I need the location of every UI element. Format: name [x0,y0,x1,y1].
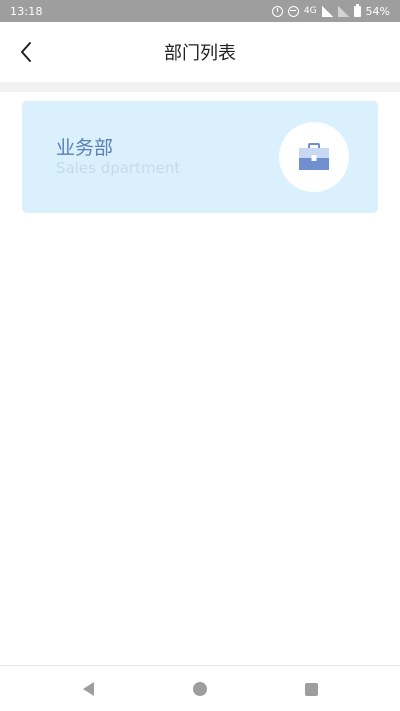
back-button[interactable] [8,34,44,70]
page-title: 部门列表 [164,43,236,64]
nav-home-button[interactable] [187,676,213,702]
battery-level: 54% [365,4,390,18]
do-not-disturb-icon [287,5,299,17]
app-screen: 13:18 4G 54% 部门列表 业务部 Sales dpartment [0,0,400,711]
signal-secondary-icon [337,5,349,17]
status-time: 13:18 [10,4,43,18]
signal-icon [321,5,333,17]
chevron-left-icon [21,42,31,62]
circle-home-icon [193,682,207,696]
header-divider [0,82,400,92]
triangle-back-icon [82,682,94,696]
alarm-icon [271,5,283,17]
app-header: 部门列表 [0,22,400,82]
department-subtitle: Sales dpartment [56,159,181,177]
nav-recents-button[interactable] [298,676,324,702]
nav-back-button[interactable] [75,676,101,702]
network-type: 4G [303,6,317,16]
system-nav-bar [0,665,400,711]
department-card[interactable]: 业务部 Sales dpartment [22,101,378,213]
department-icon-badge [279,122,349,192]
battery-icon [353,3,361,17]
department-name: 业务部 [56,137,114,159]
status-bar: 13:18 4G 54% [0,0,400,22]
briefcase-icon [299,143,329,170]
square-recents-icon [304,682,318,696]
status-icons: 4G 54% [271,3,390,18]
